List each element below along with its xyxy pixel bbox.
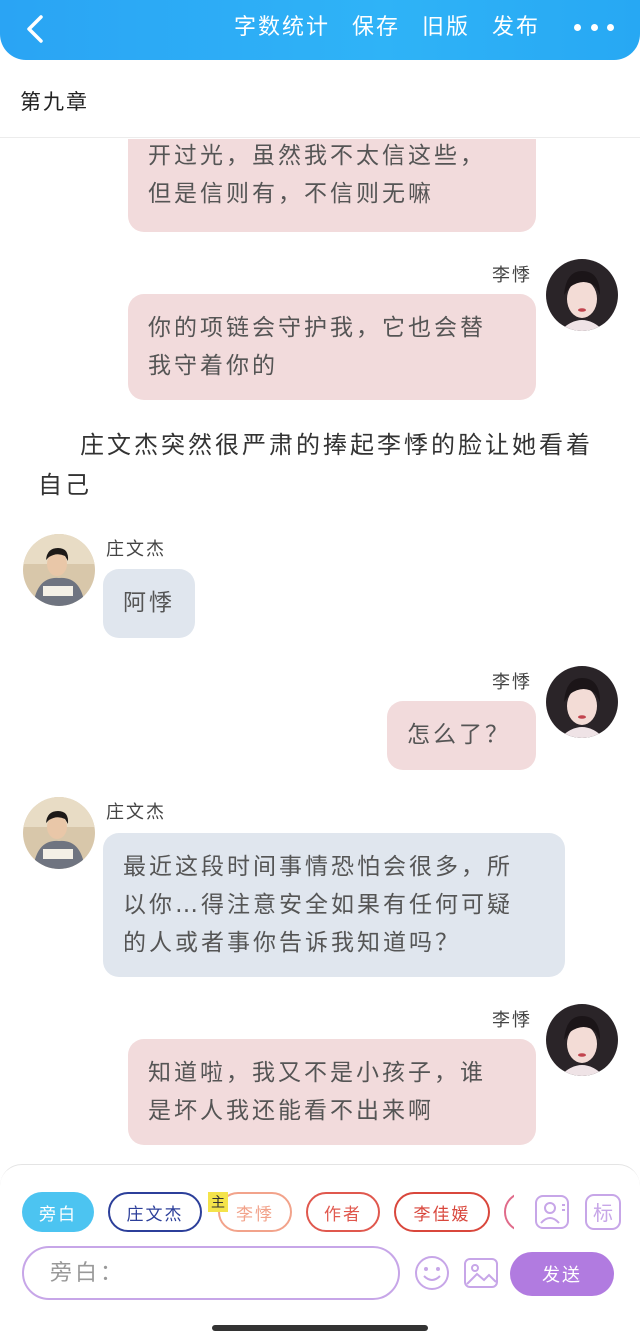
- message-bubble[interactable]: 阿悸: [103, 569, 195, 638]
- chevron-left-icon: [27, 15, 43, 43]
- avatar-li-ji: [546, 259, 618, 331]
- narration-text[interactable]: 庄文杰突然很严肃的捧起李悸的脸让她看着自己: [38, 425, 608, 505]
- role-chip-li-jiayuan[interactable]: 李佳媛: [394, 1192, 490, 1232]
- main-role-badge: 主: [208, 1192, 228, 1212]
- role-chip-author[interactable]: 作者: [306, 1192, 380, 1232]
- composer-panel: 旁白 庄文杰 李悸 作者 李佳媛 标 旁白： 发送: [0, 1164, 640, 1335]
- save-button[interactable]: 保存: [352, 10, 400, 46]
- message-line: 以你…得注意安全如果有任何可疑: [123, 892, 513, 918]
- message-line: 最近这段时间事情恐怕会很多，所: [123, 854, 513, 880]
- avatar[interactable]: [546, 666, 618, 738]
- message-line: 知道啦，我又不是小孩子，谁: [148, 1060, 486, 1086]
- top-bar: 字数统计 保存 旧版 发布: [0, 0, 640, 60]
- avatar[interactable]: [23, 797, 95, 869]
- message-line: 的人或者事你告诉我知道吗？: [123, 930, 461, 956]
- old-version-button[interactable]: 旧版: [422, 10, 470, 46]
- contact-card-icon[interactable]: [533, 1193, 571, 1231]
- speaker-name: 庄文杰: [106, 802, 166, 823]
- message-line: 我守着你的: [148, 353, 278, 379]
- avatar[interactable]: [546, 1004, 618, 1076]
- chapter-bar: 第九章: [0, 60, 640, 138]
- chat-editor-page: 字数统计 保存 旧版 发布 第九章 开过光，虽然我不太信这些， 但是信则有，不信…: [0, 0, 640, 1335]
- tag-icon[interactable]: 标: [584, 1193, 622, 1231]
- send-button[interactable]: 发送: [510, 1252, 614, 1296]
- tag-label: 标: [593, 1201, 613, 1225]
- home-indicator[interactable]: [212, 1325, 428, 1331]
- role-selector[interactable]: 旁白 庄文杰 李悸 作者 李佳媛: [22, 1192, 514, 1234]
- message-input[interactable]: [24, 1248, 398, 1298]
- word-count-button[interactable]: 字数统计: [234, 10, 330, 46]
- more-dots-icon[interactable]: [574, 12, 614, 42]
- publish-button[interactable]: 发布: [492, 10, 540, 46]
- message-bubble[interactable]: 你的项链会守护我，它也会替 我守着你的: [128, 294, 536, 400]
- speaker-name: 庄文杰: [106, 539, 166, 560]
- message-line: 是坏人我还能看不出来啊: [148, 1098, 434, 1124]
- back-button[interactable]: [18, 12, 52, 46]
- avatar-li-ji: [546, 666, 618, 738]
- message-line: 怎么了？: [407, 722, 511, 748]
- speaker-name: 李悸: [492, 265, 532, 286]
- avatar-zhuang-wenjie: [23, 797, 95, 869]
- message-line: 但是信则有，不信则无嘛: [148, 181, 434, 207]
- message-bubble[interactable]: 知道啦，我又不是小孩子，谁 是坏人我还能看不出来啊: [128, 1039, 536, 1145]
- role-chip-zhuang-wenjie[interactable]: 庄文杰: [108, 1192, 202, 1232]
- chat-area[interactable]: 开过光，虽然我不太信这些， 但是信则有，不信则无嘛 李悸 你的项链会守护我，它也…: [0, 139, 640, 1164]
- chapter-title[interactable]: 第九章: [20, 86, 89, 116]
- message-bubble[interactable]: 最近这段时间事情恐怕会很多，所 以你…得注意安全如果有任何可疑 的人或者事你告诉…: [103, 833, 565, 977]
- top-actions: 字数统计 保存 旧版 发布: [234, 10, 540, 46]
- speaker-name: 李悸: [492, 1010, 532, 1031]
- avatar[interactable]: [23, 534, 95, 606]
- message-bubble[interactable]: 怎么了？: [387, 701, 536, 770]
- message-line: 开过光，虽然我不太信这些，: [148, 143, 486, 169]
- speaker-name: 李悸: [492, 672, 532, 693]
- emoji-icon[interactable]: [413, 1254, 451, 1292]
- avatar-zhuang-wenjie: [23, 534, 95, 606]
- role-chip-partial[interactable]: [504, 1192, 514, 1232]
- avatar-li-ji: [546, 1004, 618, 1076]
- message-line: 阿悸: [123, 590, 175, 616]
- role-chip-narration[interactable]: 旁白: [22, 1192, 94, 1232]
- message-line: 你的项链会守护我，它也会替: [148, 315, 486, 341]
- message-bubble[interactable]: 开过光，虽然我不太信这些， 但是信则有，不信则无嘛: [128, 139, 536, 232]
- role-chip-li-ji[interactable]: 李悸: [218, 1192, 292, 1232]
- avatar[interactable]: [546, 259, 618, 331]
- message-input-box[interactable]: [22, 1246, 400, 1300]
- image-icon[interactable]: [462, 1254, 500, 1292]
